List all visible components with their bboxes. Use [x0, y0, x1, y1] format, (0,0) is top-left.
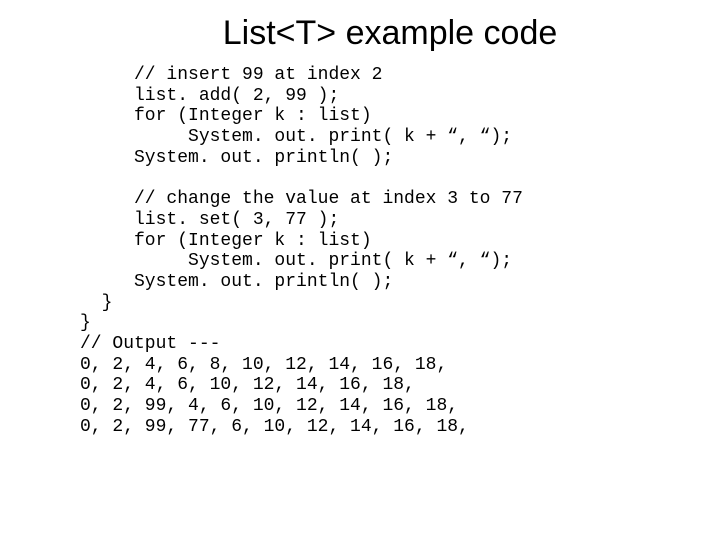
slide: List<T> example code // insert 99 at ind… [0, 0, 720, 540]
code-block: // insert 99 at index 2 list. add( 2, 99… [80, 65, 720, 437]
slide-title: List<T> example code [60, 0, 720, 59]
